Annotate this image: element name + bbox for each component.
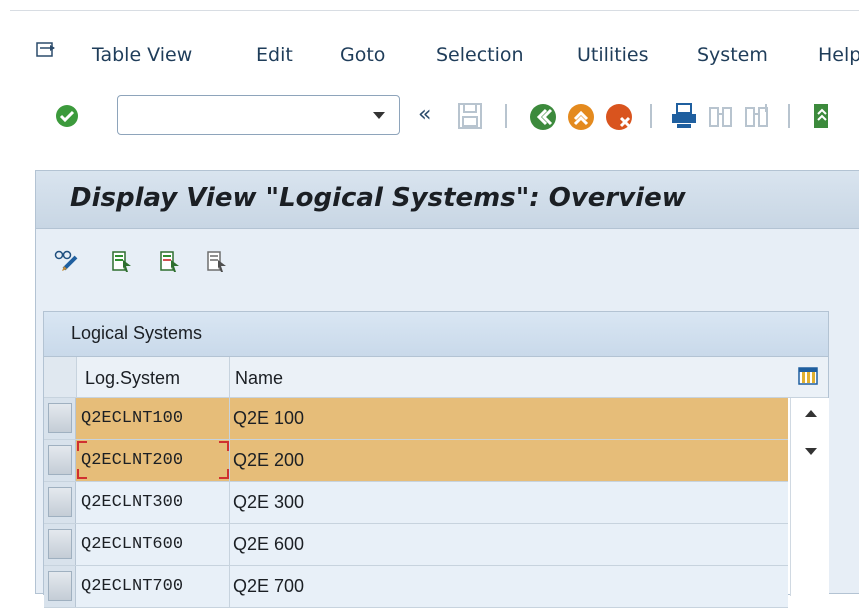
menu-help[interactable]: Help [818,44,859,66]
select-block-icon[interactable] [159,250,181,274]
cell-separator [229,398,230,439]
exit-icon[interactable] [566,102,596,132]
row-selector[interactable] [44,566,76,607]
logical-systems-table: Logical Systems Log.System Name Q2ECLNT1… [43,311,829,608]
back-icon[interactable] [528,102,558,132]
cell-log-system[interactable]: Q2ECLNT200 [81,451,183,470]
select-all-icon[interactable] [111,250,133,274]
cell-name[interactable]: Q2E 600 [233,534,304,555]
row-selector[interactable] [44,482,76,523]
column-header-log-system[interactable]: Log.System [85,368,180,389]
save-icon[interactable] [457,102,483,130]
find-icon[interactable] [708,102,734,130]
table-row[interactable]: Q2ECLNT600 Q2E 600 [44,524,788,566]
toolbar-separator [788,104,790,128]
cell-name[interactable]: Q2E 300 [233,492,304,513]
menu-table-view[interactable]: Table View [92,44,192,66]
cell-log-system[interactable]: Q2ECLNT300 [81,493,183,512]
cell-separator [229,524,230,565]
cell-name[interactable]: Q2E 100 [233,408,304,429]
cell-name[interactable]: Q2E 200 [233,450,304,471]
table-header-row: Log.System Name [44,357,828,398]
deselect-all-icon[interactable] [206,250,228,274]
column-separator[interactable] [229,357,230,397]
command-field[interactable] [117,95,400,135]
cell-separator [229,566,230,607]
cell-log-system[interactable]: Q2ECLNT100 [81,409,183,428]
table-row[interactable]: Q2ECLNT700 Q2E 700 [44,566,788,608]
command-dropdown-icon[interactable] [373,112,385,119]
cell-separator [229,440,230,481]
menu-edit[interactable]: Edit [256,44,293,66]
menu-goto[interactable]: Goto [340,44,385,66]
toolbar-separator [650,104,652,128]
row-selector[interactable] [44,398,76,439]
table-title-bar: Logical Systems [44,312,828,357]
display-change-icon[interactable] [54,250,80,272]
main-panel: Display View "Logical Systems": Overview [35,170,859,608]
row-selector[interactable] [44,524,76,565]
scroll-track[interactable] [791,478,829,596]
row-selector[interactable] [44,440,76,481]
cancel-icon[interactable] [604,102,634,132]
cell-log-system[interactable]: Q2ECLNT700 [81,577,183,596]
vertical-scrollbar[interactable] [790,398,829,596]
top-divider [10,10,859,11]
table-settings-icon[interactable] [798,367,818,385]
select-all-rows-button[interactable] [44,357,77,397]
cell-log-system[interactable]: Q2ECLNT600 [81,535,183,554]
application-toolbar [36,229,859,295]
scroll-up-icon[interactable] [805,410,817,417]
menu-selection[interactable]: Selection [436,44,524,66]
find-next-icon[interactable] [744,102,772,130]
enter-check-icon[interactable] [54,103,80,129]
menu-icon[interactable] [36,42,56,58]
table-row[interactable]: Q2ECLNT100 Q2E 100 [44,398,788,440]
scroll-down-icon[interactable] [805,448,817,455]
menu-utilities[interactable]: Utilities [577,44,649,66]
page-title: Display View "Logical Systems": Overview [70,183,686,213]
toolbar-separator [505,104,507,128]
menu-system[interactable]: System [697,44,768,66]
title-bar: Display View "Logical Systems": Overview [36,171,859,229]
table-row[interactable]: Q2ECLNT200 Q2E 200 [44,440,788,482]
menu-bar: Table View Edit Goto Selection Utilities… [0,0,859,135]
cell-separator [229,482,230,523]
first-page-icon[interactable] [810,100,830,132]
collapse-toolbar-icon[interactable]: « [418,102,431,127]
column-header-name[interactable]: Name [235,368,283,389]
table-row[interactable]: Q2ECLNT300 Q2E 300 [44,482,788,524]
table-title: Logical Systems [71,323,203,343]
print-icon[interactable] [670,102,698,130]
